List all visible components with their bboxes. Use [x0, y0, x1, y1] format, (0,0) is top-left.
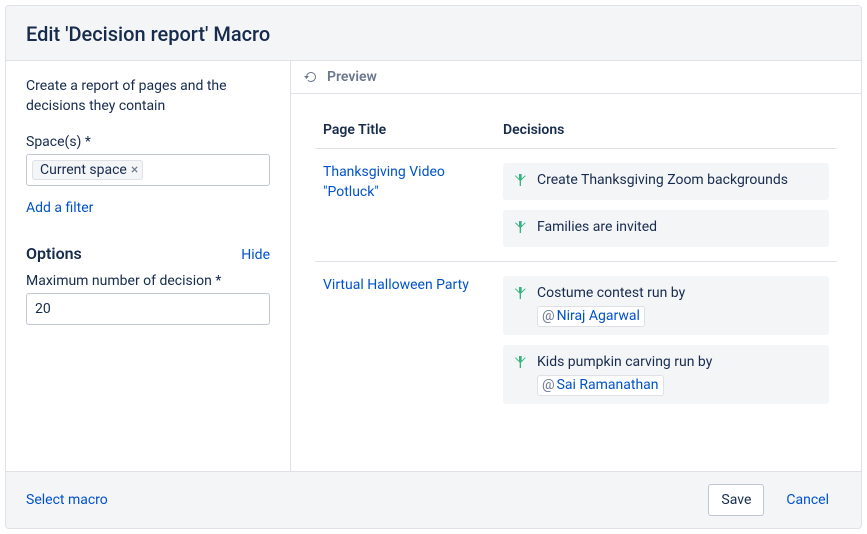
decision-text: Families are invited [537, 218, 657, 238]
decision-icon [513, 172, 529, 192]
select-macro-link[interactable]: Select macro [26, 492, 108, 508]
spaces-input[interactable]: Current space × [26, 154, 270, 186]
refresh-icon[interactable] [303, 69, 319, 85]
add-filter-link[interactable]: Add a filter [26, 200, 270, 216]
decision-item: Families are invited [503, 210, 829, 247]
preview-header: Preview [291, 61, 861, 94]
preview-table: Page Title Decisions Thanksgiving Video … [315, 114, 837, 418]
preview-tbody: Thanksgiving Video "Potluck" Create Thank… [315, 149, 837, 419]
col-header-decisions: Decisions [495, 114, 837, 149]
decision-icon [513, 219, 529, 239]
dialog-body: Create a report of pages and the decisio… [6, 61, 861, 471]
decision-text: Costume contest run by@Niraj Agarwal [537, 284, 685, 327]
page-title-link[interactable]: Thanksgiving Video "Potluck" [323, 163, 487, 202]
decision-item: Costume contest run by@Niraj Agarwal [503, 276, 829, 335]
decision-text: Kids pumpkin carving run by@Sai Ramanath… [537, 353, 712, 396]
hide-options-link[interactable]: Hide [241, 247, 270, 263]
dialog-title: Edit 'Decision report' Macro [26, 22, 841, 46]
dialog-header: Edit 'Decision report' Macro [6, 6, 861, 61]
macro-description: Create a report of pages and the decisio… [26, 77, 270, 116]
preview-content: Page Title Decisions Thanksgiving Video … [291, 94, 861, 438]
config-panel: Create a report of pages and the decisio… [6, 61, 291, 471]
preview-panel: Preview Page Title Decisions Thanksgivin… [291, 61, 861, 471]
options-header: Options Hide [26, 244, 270, 263]
space-token-label: Current space [40, 162, 127, 178]
dialog-footer: Select macro Save Cancel [6, 471, 861, 528]
macro-edit-dialog: Edit 'Decision report' Macro Create a re… [5, 5, 862, 529]
spaces-label: Space(s) * [26, 134, 270, 150]
table-row: Thanksgiving Video "Potluck" Create Thank… [315, 149, 837, 262]
decision-item: Kids pumpkin carving run by@Sai Ramanath… [503, 345, 829, 404]
space-token: Current space × [32, 160, 143, 180]
max-decisions-input[interactable] [26, 293, 270, 325]
decision-text: Create Thanksgiving Zoom backgrounds [537, 171, 788, 191]
remove-token-icon[interactable]: × [131, 163, 138, 177]
options-title: Options [26, 244, 82, 263]
user-mention[interactable]: @Sai Ramanathan [537, 375, 664, 397]
max-decisions-label: Maximum number of decision * [26, 273, 270, 289]
preview-label: Preview [327, 69, 377, 85]
decision-icon [513, 285, 529, 305]
table-row: Virtual Halloween Party Costume contest r… [315, 262, 837, 419]
user-mention[interactable]: @Niraj Agarwal [537, 306, 645, 328]
col-header-title: Page Title [315, 114, 495, 149]
save-button[interactable]: Save [708, 484, 764, 516]
decision-icon [513, 354, 529, 374]
decision-item: Create Thanksgiving Zoom backgrounds [503, 163, 829, 200]
cancel-button[interactable]: Cancel [774, 484, 841, 516]
page-title-link[interactable]: Virtual Halloween Party [323, 276, 487, 296]
